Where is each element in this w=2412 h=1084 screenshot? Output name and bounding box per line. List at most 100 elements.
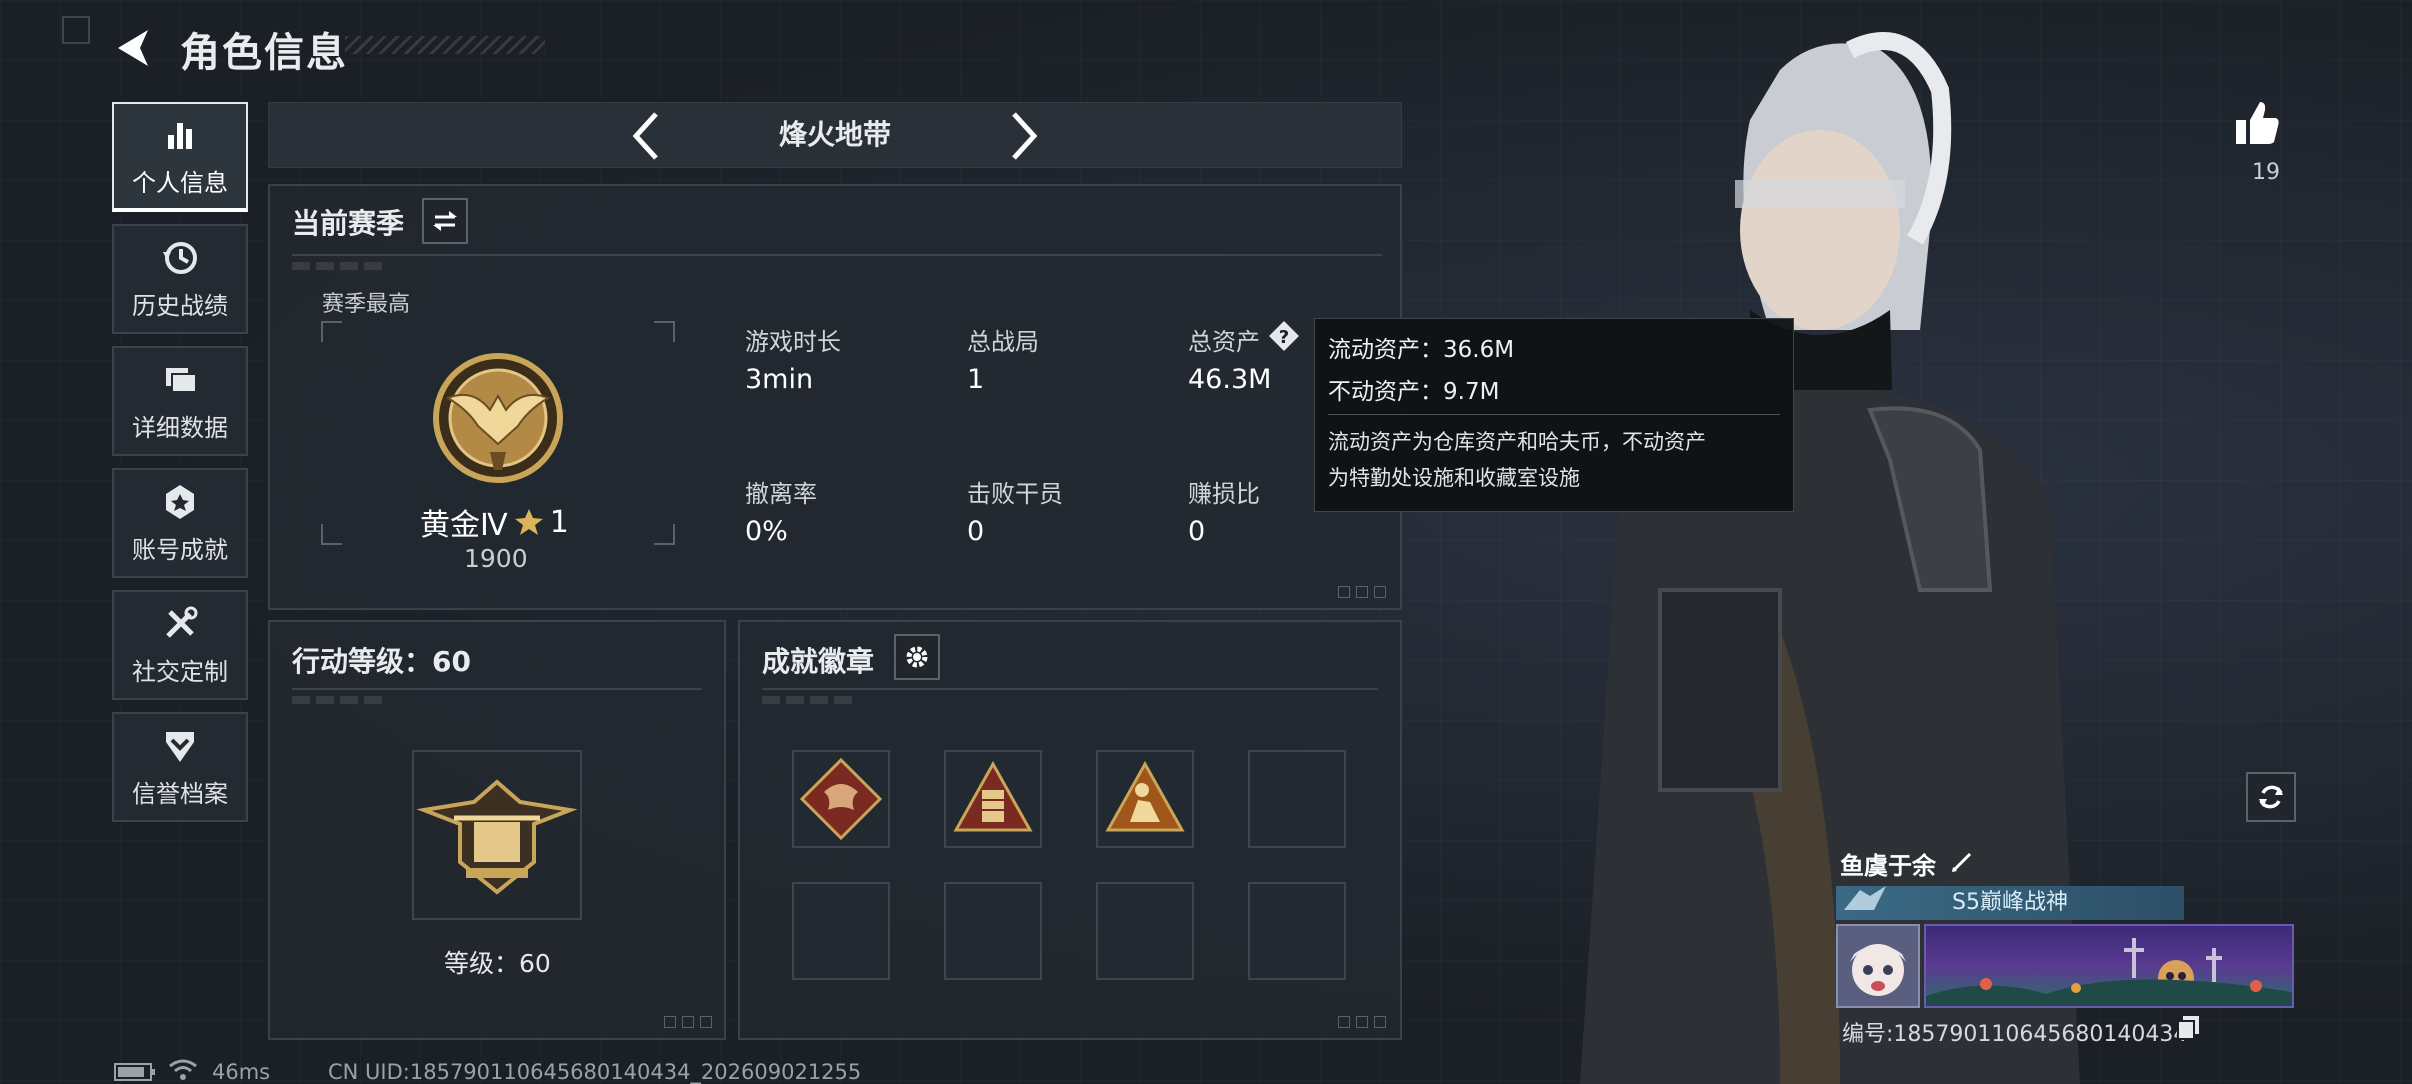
sidebar-item-label: 历史战绩 [132,291,228,320]
player-id: 编号:1857901106456801404​34 [1842,1022,2188,1047]
corner-decoration [1374,1016,1386,1028]
sidebar-item-label: 个人信息 [132,168,228,197]
badge-slot[interactable] [1096,750,1194,848]
thumbs-up-icon[interactable] [2232,98,2282,148]
tower-badge-icon [953,760,1033,832]
sidebar-item-label: 账号成就 [132,535,228,564]
badge-slot-empty[interactable] [944,882,1042,980]
corner-decoration [1356,1016,1368,1028]
badge-slot-empty[interactable] [1248,750,1346,848]
divider [292,688,702,690]
tooltip-liquid-assets: 流动资产：36.6M [1328,337,1515,363]
corner-decoration [62,16,90,44]
rank-stars: 1 [549,504,569,540]
decorative-lines [292,696,382,704]
badge-slot-empty[interactable] [1248,882,1346,980]
rank-score: 1900 [464,544,528,573]
name-card-banner[interactable] [1924,924,2294,1008]
divider [1328,414,1780,415]
player-name: 鱼虞于余 [1840,852,1936,880]
sidebar-item-details[interactable]: 详细数据 [112,346,248,456]
stat-value: 46.3M [1188,364,1272,395]
achievement-icon [166,484,194,519]
refresh-icon [2259,785,2283,809]
like-count: 19 [2252,160,2280,185]
season-switch-button[interactable] [422,198,468,244]
sidebar-item-label: 信誉档案 [132,779,228,808]
folder-icon [166,367,197,393]
stat-value: 0% [745,516,788,547]
stat-label: 赚损比 [1188,480,1260,508]
ping: 46ms [212,1060,271,1084]
sidebar-item-achievements[interactable]: 账号成就 [112,468,248,578]
level-text: 等级：60 [444,949,551,978]
wifi-icon [169,1059,197,1080]
gold-rank-emblem-icon [433,353,563,483]
stat-label: 撤离率 [745,480,817,508]
helicopter-emblem-icon [416,779,578,895]
figure-badge-icon [1105,760,1185,832]
stat-value: 3min [745,364,814,395]
stat-value: 1 [967,364,985,395]
decorative-lines [292,262,382,270]
back-arrow-icon[interactable] [112,26,156,70]
tools-icon [166,606,198,638]
tooltip-description-line2: 为特勤处设施和收藏室设施 [1328,466,1580,490]
mode-title: 烽火地带 [778,118,891,151]
divider [762,688,1378,690]
help-icon[interactable]: ? [1268,320,1300,352]
avatar[interactable] [1836,924,1920,1008]
chevron-left-icon[interactable] [620,108,676,164]
bar-chart-icon [168,122,192,149]
badges-title: 成就徽章 [762,645,875,678]
chevron-right-icon[interactable] [994,108,1050,164]
season-best-label: 赛季最高 [322,292,411,317]
swap-icon [433,211,457,231]
badge-slot[interactable] [792,750,890,848]
page-title: 角色信息 [180,30,348,76]
badge-settings-button[interactable] [894,634,940,680]
corner-decoration [664,1016,676,1028]
stat-label: 游戏时长 [745,328,841,356]
divider [292,254,1382,256]
corner-decoration [1338,1016,1350,1028]
svg-text:?: ? [1279,327,1289,348]
sidebar-item-label: 详细数据 [132,413,228,442]
sidebar-item-history[interactable]: 历史战绩 [112,224,248,334]
gear-icon [906,646,928,668]
stat-value: 0 [967,516,985,547]
corner-decoration [1338,586,1350,598]
uid-text: CN UID:1857901106456801404​34_2026090212… [328,1060,862,1084]
title-decoration [345,36,545,54]
history-clock-icon [163,241,197,274]
rotate-button[interactable] [2246,772,2296,822]
sidebar-item-social[interactable]: 社交定制 [112,590,248,700]
stat-value: 0 [1188,516,1206,547]
corner-decoration [700,1016,712,1028]
tooltip-description-line1: 流动资产为仓库资产和哈夫币，不动资产 [1328,430,1706,454]
stat-label: 总资产 [1188,328,1260,356]
season-title: 当前赛季 [292,207,405,240]
battery-icon [114,1063,155,1081]
sidebar-item-personal-info[interactable]: 个人信息 [112,102,248,212]
badge-slot-empty[interactable] [792,882,890,980]
copy-icon[interactable] [2176,1014,2202,1040]
badge-slot-empty[interactable] [1096,882,1194,980]
decorative-lines [762,696,852,704]
edit-pencil-icon[interactable] [1950,848,1976,874]
star-icon [514,509,543,535]
badge-slot[interactable] [944,750,1042,848]
sidebar-item-reputation[interactable]: 信誉档案 [112,712,248,822]
rank-name-row: 黄金Ⅳ 1 [420,500,569,544]
sidebar-item-label: 社交定制 [132,657,228,686]
shield-chevron-icon [166,731,194,762]
corner-decoration [1356,586,1368,598]
player-title: S5巅峰战神 [1952,890,2068,915]
corner-decoration [682,1016,694,1028]
dragon-badge-icon [799,757,883,841]
action-level-title: 行动等级：60 [292,645,471,678]
corner-decoration [1374,586,1386,598]
level-emblem-frame [412,750,582,920]
rank-name: 黄金Ⅳ [420,508,508,543]
stat-label: 总战局 [967,328,1039,356]
